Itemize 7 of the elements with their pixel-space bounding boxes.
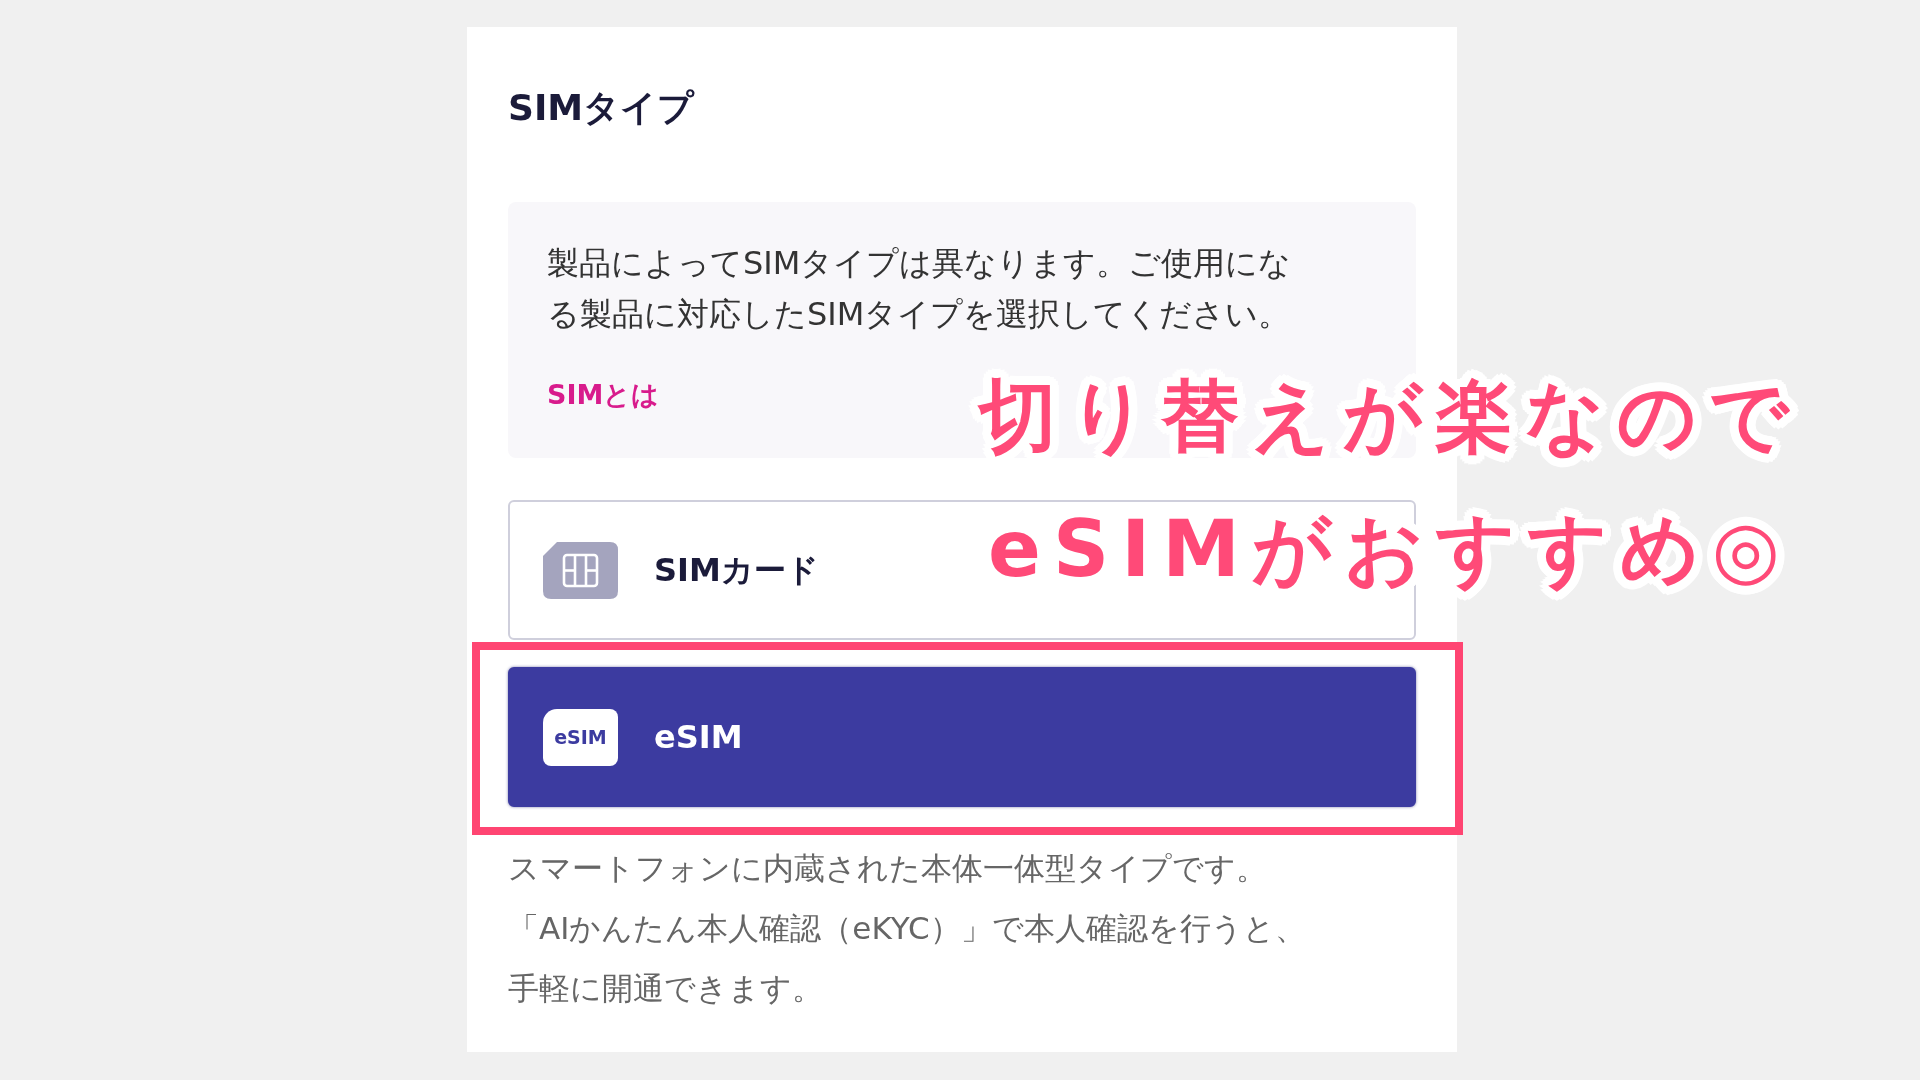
info-text: 製品によってSIMタイプは異なります。ご使用になる製品に対応したSIMタイプを選択してください。 [547,243,1293,335]
section-title: SIMタイプ [508,86,695,129]
sim-type-option[interactable]: eSIM eSIM [508,667,1416,807]
sim-info-link[interactable]: SIMとは [547,377,660,413]
sim-chip-icon [543,541,618,599]
esim-logo: eSIM [543,708,618,766]
description-text: スマートフォンに内蔵された本体一体型タイプです。 「AIかんたん本人確認（eKYC）」で本人確認を行うと、 手軽に開通できます。 [508,849,1307,1008]
